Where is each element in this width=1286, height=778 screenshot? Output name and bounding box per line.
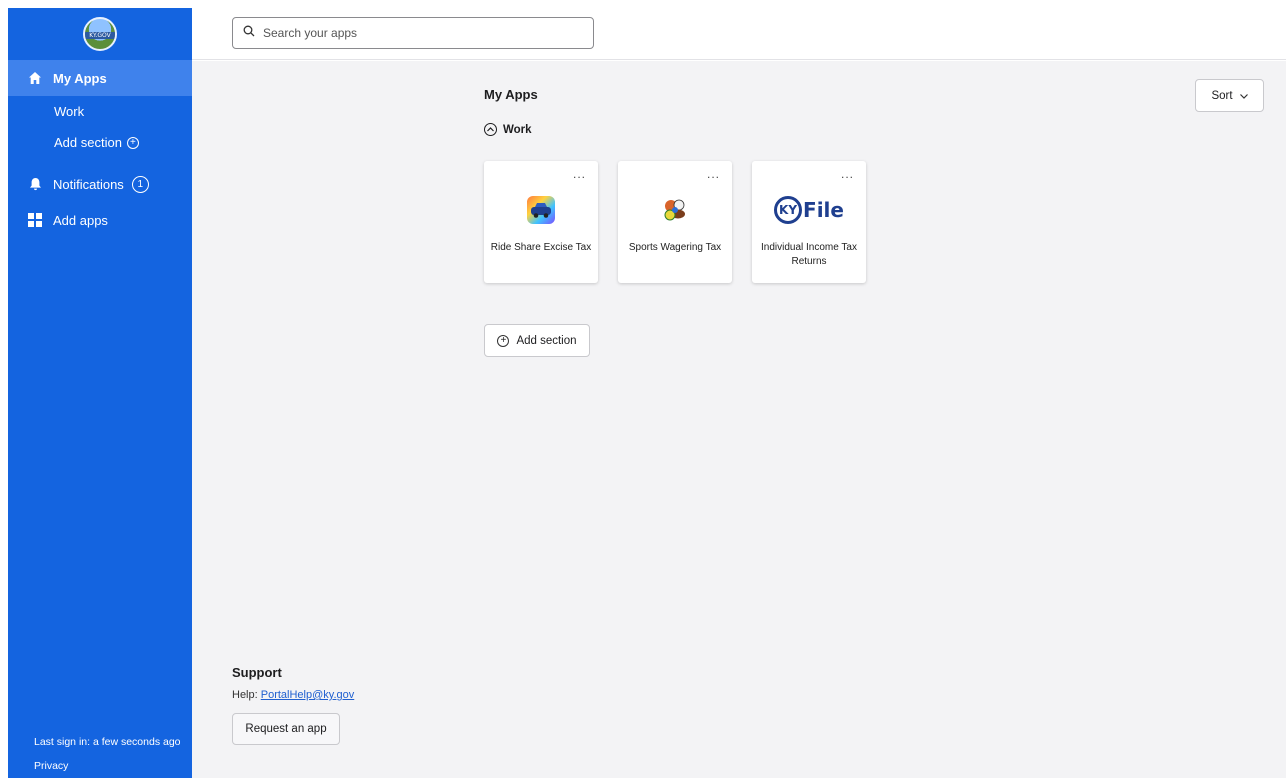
request-app-label: Request an app xyxy=(245,723,327,735)
more-options-icon[interactable]: ... xyxy=(573,167,586,181)
home-icon xyxy=(28,71,42,85)
help-email-link[interactable]: PortalHelp@ky.gov xyxy=(261,689,355,701)
privacy-link[interactable]: Privacy xyxy=(34,754,181,778)
app-name: Individual Income Tax Returns xyxy=(761,242,857,267)
search-icon xyxy=(243,24,255,42)
kyfile-logo-icon: KY File xyxy=(752,194,866,226)
app-name: Sports Wagering Tax xyxy=(628,242,722,253)
section-header-work[interactable]: Work xyxy=(484,123,532,136)
sidebar-item-label: Add apps xyxy=(53,212,108,228)
logo-area: KY.GOV xyxy=(8,8,192,60)
help-prefix: Help: xyxy=(232,689,258,701)
app-name: Ride Share Excise Tax xyxy=(490,242,592,253)
grid-icon xyxy=(28,213,42,227)
add-section-label: Add section xyxy=(516,334,577,347)
plus-circle-icon: + xyxy=(126,136,139,149)
search-input[interactable] xyxy=(263,26,563,40)
support-title: Support xyxy=(232,665,282,680)
sort-label: Sort xyxy=(1211,89,1233,102)
plus-circle-icon: + xyxy=(497,334,510,347)
help-line: Help: PortalHelp@ky.gov xyxy=(232,689,354,701)
sidebar-item-my-apps[interactable]: My Apps xyxy=(8,60,192,96)
chevron-down-icon xyxy=(1239,90,1248,102)
notification-count-badge: 1 xyxy=(131,175,149,193)
sidebar-item-notifications[interactable]: Notifications 1 xyxy=(8,166,192,202)
more-options-icon[interactable]: ... xyxy=(841,167,854,181)
last-sign-in-text: Last sign in: a few seconds ago xyxy=(34,736,181,748)
car-app-icon xyxy=(484,194,598,226)
page-title: My Apps xyxy=(484,87,538,102)
sidebar-item-label: My Apps xyxy=(53,70,107,86)
more-options-icon[interactable]: ... xyxy=(707,167,720,181)
sidebar: KY.GOV My Apps Work Add section + Notifi… xyxy=(8,8,192,778)
app-tiles: ... Ride Share Excise Tax ... Sports Wag… xyxy=(484,161,886,283)
search-box[interactable] xyxy=(232,17,594,49)
sidebar-item-label: Work xyxy=(54,104,85,119)
sidebar-item-label: Notifications xyxy=(53,176,124,192)
section-title: Work xyxy=(503,123,532,136)
support-area: Support Help: PortalHelp@ky.gov Request … xyxy=(232,665,354,745)
top-bar xyxy=(192,8,1286,60)
sidebar-item-add-apps[interactable]: Add apps xyxy=(8,202,192,238)
sidebar-item-label: Add section xyxy=(54,135,122,150)
main-content: My Apps Sort Work ... Ride Share Excise … xyxy=(192,61,1286,778)
app-tile-ride-share[interactable]: ... Ride Share Excise Tax xyxy=(484,161,598,283)
add-section-button[interactable]: + Add section xyxy=(484,324,590,357)
app-tile-individual-income[interactable]: ... KY File Individual Income Tax Returns xyxy=(752,161,866,283)
bell-icon xyxy=(28,177,42,191)
app-tile-sports-wagering[interactable]: ... Sports Wagering Tax xyxy=(618,161,732,283)
sports-balls-icon xyxy=(618,194,732,226)
sidebar-add-section[interactable]: Add section + xyxy=(8,127,192,158)
sort-button[interactable]: Sort xyxy=(1195,79,1264,112)
sidebar-item-work[interactable]: Work xyxy=(8,96,192,127)
sidebar-footer: Last sign in: a few seconds ago Privacy xyxy=(34,730,181,778)
kentucky-logo[interactable]: KY.GOV xyxy=(83,17,117,51)
request-app-button[interactable]: Request an app xyxy=(232,713,340,745)
chevron-up-icon xyxy=(484,123,497,136)
